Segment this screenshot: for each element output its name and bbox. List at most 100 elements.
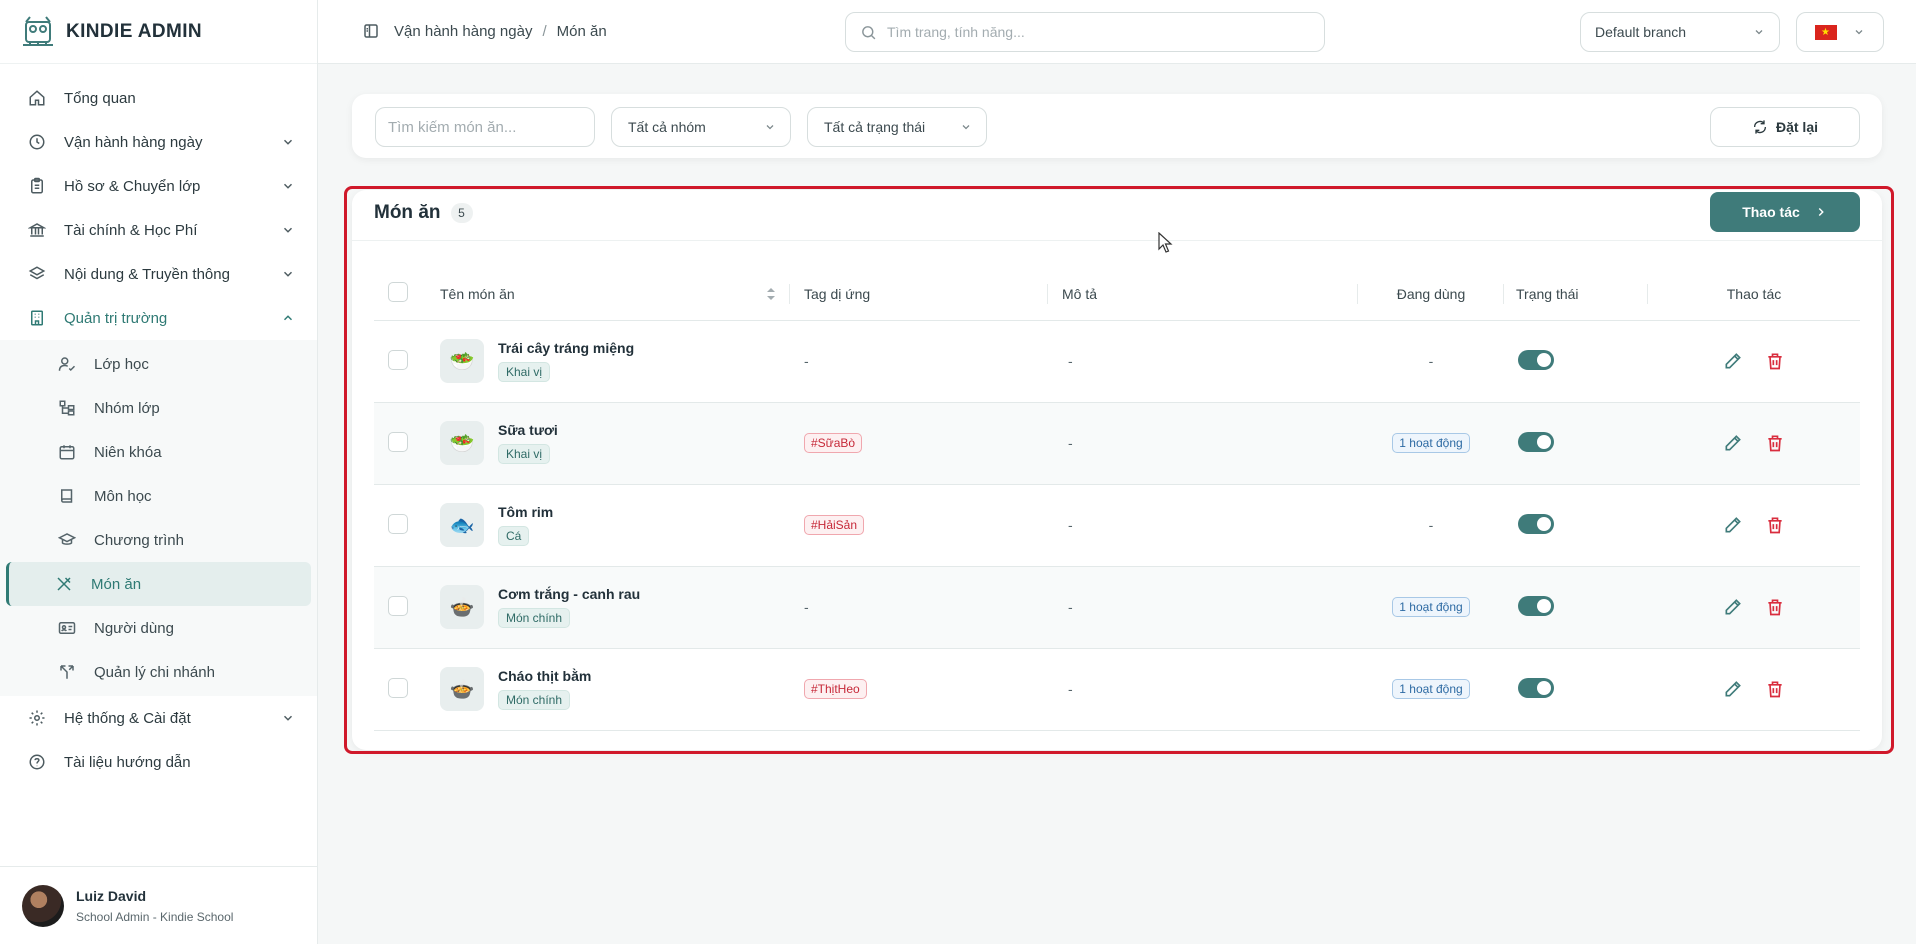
sidebar-item-classes[interactable]: Lớp học — [6, 342, 311, 386]
breadcrumb-current: Món ăn — [556, 22, 607, 40]
card-header: Món ăn 5 — [374, 202, 473, 224]
nav-item-content[interactable]: Nội dung & Truyền thông — [0, 252, 317, 296]
header-status-label: Trạng thái — [1516, 285, 1579, 302]
row-checkbox[interactable] — [388, 677, 408, 698]
status-toggle[interactable] — [1518, 513, 1554, 534]
delete-trash-icon[interactable] — [1765, 351, 1785, 371]
card-title: Món ăn — [374, 202, 441, 223]
category-tag: Món chính — [498, 608, 571, 628]
chevron-down-icon — [283, 183, 293, 189]
sidebar-toggle-icon[interactable] — [362, 22, 380, 40]
category-tag: Món chính — [498, 690, 571, 710]
dish-name[interactable]: Cháo thịt bằm — [498, 668, 591, 684]
home-icon — [29, 90, 45, 106]
allergy-tag: #ThịtHeo — [804, 679, 867, 699]
header-usage: Đang dùng — [1358, 268, 1504, 321]
edit-pencil-icon[interactable] — [1723, 433, 1743, 453]
global-search[interactable] — [845, 12, 1325, 52]
user-profile[interactable]: Luiz David School Admin - Kindie School — [0, 866, 318, 944]
row-checkbox[interactable] — [388, 513, 408, 534]
sidebar-item-branches[interactable]: Quản lý chi nhánh — [6, 650, 311, 694]
header-name-label: Tên món ăn — [440, 285, 515, 302]
actions-cell — [1648, 566, 1860, 649]
status-cell — [1504, 566, 1648, 649]
main-nav: Tổng quan Vận hành hàng ngày Hồ sơ & Chu… — [0, 64, 317, 784]
sidebar-item-class-groups[interactable]: Nhóm lớp — [6, 386, 311, 430]
table-row: 🥗 Trái cây tráng miệng Khai vị - - - — [374, 320, 1860, 403]
category-tag: Khai vị — [498, 444, 551, 464]
edit-pencil-icon[interactable] — [1723, 515, 1743, 535]
reset-label: Đặt lại — [1775, 119, 1818, 135]
sort-icon[interactable] — [766, 287, 776, 301]
user-check-icon — [58, 357, 76, 372]
sidebar-item-dishes[interactable]: Món ăn — [6, 562, 311, 606]
select-all-checkbox[interactable] — [388, 282, 408, 303]
brand[interactable]: KINDIE ADMIN — [0, 0, 317, 64]
dish-name[interactable]: Trái cây tráng miệng — [498, 340, 634, 356]
table-row: 🍲 Cháo thịt bằm Món chính #ThịtHeo - 1 h… — [374, 648, 1860, 731]
status-toggle[interactable] — [1518, 431, 1554, 452]
nav-item-school-admin[interactable]: Quản trị trường — [0, 296, 317, 340]
actions-button[interactable]: Thao tác — [1710, 192, 1860, 232]
dish-image: 🥗 — [440, 339, 484, 383]
nav-item-system-settings[interactable]: Hệ thống & Cài đặt — [0, 696, 317, 740]
status-toggle[interactable] — [1518, 595, 1554, 616]
delete-trash-icon[interactable] — [1765, 515, 1785, 535]
delete-trash-icon[interactable] — [1765, 679, 1785, 699]
edit-pencil-icon[interactable] — [1723, 679, 1743, 699]
group-select[interactable]: Tất cả nhóm — [611, 107, 791, 147]
dish-search-input[interactable] — [375, 107, 595, 147]
gear-icon — [29, 710, 45, 726]
search-input[interactable] — [887, 24, 1307, 40]
branch-select[interactable]: Default branch — [1580, 12, 1780, 52]
language-select[interactable]: ★ — [1796, 12, 1884, 52]
sidebar-item-users[interactable]: Người dùng — [6, 606, 311, 650]
delete-trash-icon[interactable] — [1765, 597, 1785, 617]
dish-name[interactable]: Tôm rim — [498, 504, 553, 520]
nav-item-finance[interactable]: Tài chính & Học Phí — [0, 208, 317, 252]
nav-item-records[interactable]: Hồ sơ & Chuyển lớp — [0, 164, 317, 208]
dishes-card: Món ăn 5 Thao tác Tên món ăn Tag dị ứng … — [352, 190, 1882, 750]
nav-item-label: Hệ thống & Cài đặt — [64, 709, 191, 727]
allergy-cell: - — [790, 320, 1048, 403]
description-cell: - — [1048, 484, 1358, 567]
header-usage-label: Đang dùng — [1396, 285, 1466, 302]
row-select-cell — [374, 566, 440, 649]
bank-icon — [28, 223, 46, 237]
sidebar-item-label: Lớp học — [94, 355, 149, 373]
usage-empty: - — [1428, 353, 1434, 369]
dish-name[interactable]: Sữa tươi — [498, 422, 558, 438]
nav-item-docs[interactable]: Tài liệu hướng dẫn — [0, 740, 317, 784]
status-select[interactable]: Tất cả trạng thái — [807, 107, 987, 147]
row-checkbox[interactable] — [388, 595, 408, 616]
status-toggle[interactable] — [1518, 677, 1554, 698]
dish-name[interactable]: Cơm trắng - canh rau — [498, 586, 640, 602]
edit-pencil-icon[interactable] — [1723, 351, 1743, 371]
user-role: School Admin - Kindie School — [76, 909, 234, 924]
row-select-cell — [374, 648, 440, 731]
row-checkbox[interactable] — [388, 431, 408, 452]
sidebar-item-school-year[interactable]: Niên khóa — [6, 430, 311, 474]
description-cell: - — [1048, 402, 1358, 485]
status-toggle[interactable] — [1518, 349, 1554, 370]
nav-item-daily-ops[interactable]: Vận hành hàng ngày — [0, 120, 317, 164]
row-checkbox[interactable] — [388, 349, 408, 370]
delete-trash-icon[interactable] — [1765, 433, 1785, 453]
description-text: - — [1068, 681, 1073, 697]
utensils-icon — [57, 577, 71, 591]
book-icon — [61, 489, 73, 503]
sidebar-item-subjects[interactable]: Môn học — [6, 474, 311, 518]
table-row: 🐟 Tôm rim Cá #HảiSản - - — [374, 484, 1860, 567]
edit-pencil-icon[interactable] — [1723, 597, 1743, 617]
sidebar-item-label: Người dùng — [94, 619, 174, 637]
sidebar-item-programs[interactable]: Chương trình — [6, 518, 311, 562]
clipboard-icon — [31, 177, 43, 194]
breadcrumb-parent[interactable]: Vận hành hàng ngày — [394, 23, 532, 40]
allergy-tag: #HảiSản — [804, 515, 865, 535]
nav-item-overview[interactable]: Tổng quan — [0, 76, 317, 120]
header-name[interactable]: Tên món ăn — [440, 268, 790, 321]
reset-button[interactable]: Đặt lại — [1710, 107, 1860, 147]
usage-cell: 1 hoạt động — [1358, 648, 1504, 731]
actions-cell — [1648, 484, 1860, 567]
count-badge: 5 — [450, 203, 473, 223]
